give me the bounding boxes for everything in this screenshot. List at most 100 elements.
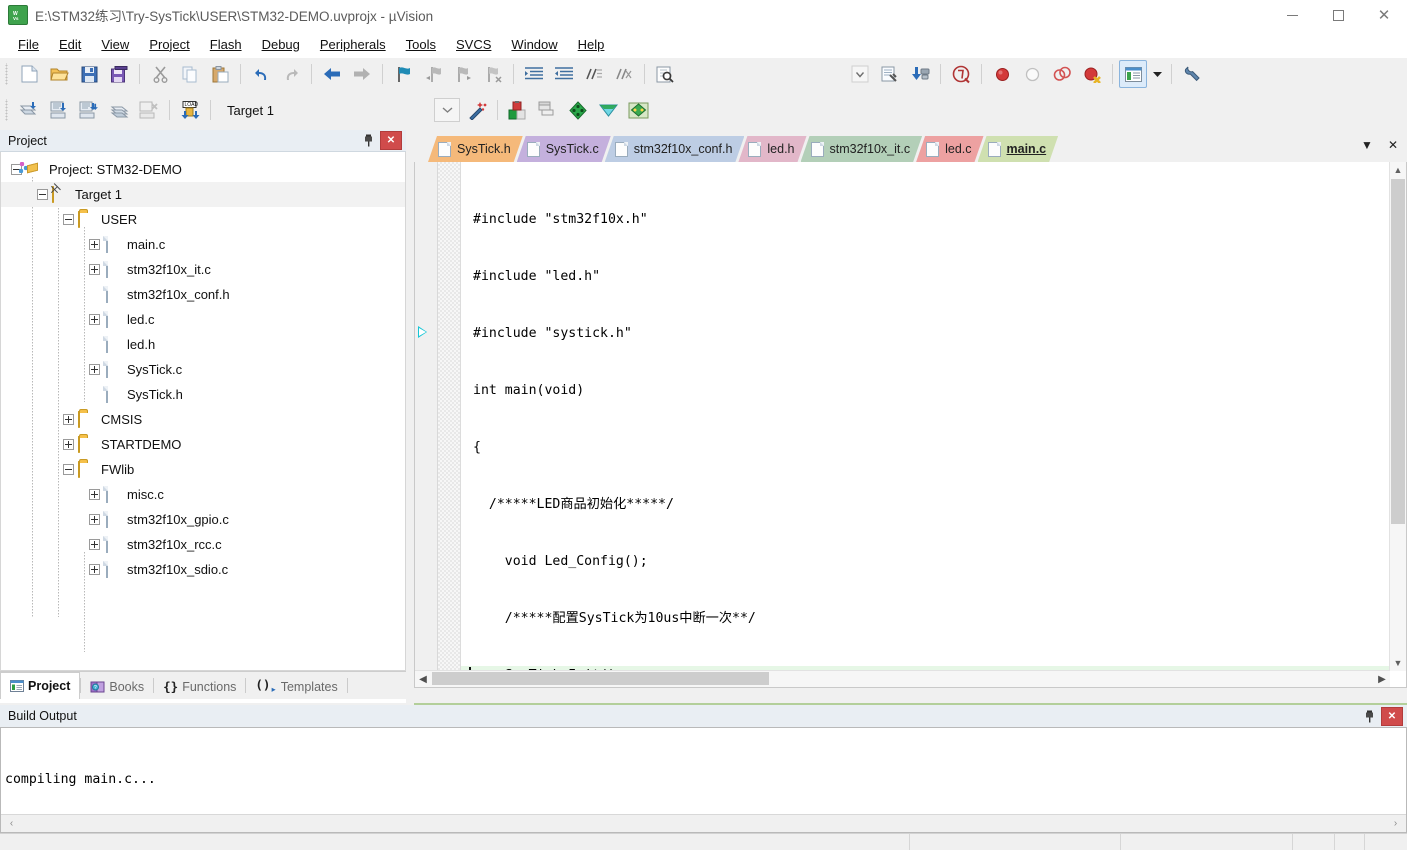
tree-item-cmsis-folder[interactable]: CMSIS [1,407,405,432]
status-resize-grip[interactable] [1365,834,1407,850]
tab-project[interactable]: Project [0,672,81,699]
expander-icon[interactable] [89,264,100,275]
enable-breakpoint-button[interactable] [1018,60,1046,88]
vertical-scroll-thumb[interactable] [1391,179,1405,524]
toolbar-grip[interactable] [4,63,11,85]
menu-file[interactable]: File [8,33,49,56]
scroll-left-icon[interactable]: ‹ [3,815,20,831]
expander-icon[interactable] [63,214,74,225]
maximize-button[interactable] [1315,0,1361,30]
menu-window[interactable]: Window [501,33,567,56]
expander-icon[interactable] [89,514,100,525]
tree-item-stm32f10x-it-c[interactable]: stm32f10x_it.c [1,257,405,282]
tree-item-stm32f10x-conf-h[interactable]: stm32f10x_conf.h [1,282,405,307]
scroll-right-icon[interactable]: › [1387,815,1404,831]
tree-item-fwlib-folder[interactable]: FWlib [1,457,405,482]
bookmark-prev-button[interactable] [419,60,447,88]
tree-item-target[interactable]: Target 1 [1,182,405,207]
bookmark-clear-button[interactable] [479,60,507,88]
expander-icon[interactable] [37,189,48,200]
options-for-target-button[interactable] [504,96,532,124]
tree-item-misc-c[interactable]: misc.c [1,482,405,507]
bookmark-toggle-button[interactable] [389,60,417,88]
project-panel-pin-button[interactable] [358,132,378,150]
editor-vertical-scrollbar[interactable]: ▲ ▼ [1389,162,1406,671]
start-debug-session-button[interactable] [947,60,975,88]
editor-marker-gutter[interactable] [415,162,438,687]
editor-bookmark-gutter[interactable] [438,162,461,687]
kill-all-breakpoints-button[interactable] [1078,60,1106,88]
expander-icon[interactable] [63,414,74,425]
build-output-pin-button[interactable] [1359,707,1379,725]
scroll-right-icon[interactable]: ▶ [1374,671,1390,687]
download-button[interactable]: LOAD [176,96,204,124]
redo-button[interactable] [277,60,305,88]
indent-right-button[interactable] [520,60,548,88]
target-selector-value[interactable]: Target 1 [224,99,404,121]
open-file-button[interactable] [45,60,73,88]
editor-tab-stm32f10x-it-c[interactable]: stm32f10x_it.c [801,136,923,162]
indent-left-button[interactable] [550,60,578,88]
tab-list-dropdown-icon[interactable]: ▼ [1359,138,1375,152]
cut-button[interactable] [146,60,174,88]
menu-edit[interactable]: Edit [49,33,91,56]
editor-tab-stm32f10x-conf-h[interactable]: stm32f10x_conf.h [605,136,745,162]
multi-project-button[interactable] [624,96,652,124]
project-tree[interactable]: Project: STM32-DEMO Target 1 USER main.c [0,152,406,671]
menu-svcs[interactable]: SVCS [446,33,501,56]
manage-project-items-button[interactable] [534,96,562,124]
expander-icon[interactable] [89,489,100,500]
expander-icon[interactable] [89,564,100,575]
scroll-up-icon[interactable]: ▲ [1390,162,1406,178]
editor-tab-systick-c[interactable]: SysTick.c [517,136,611,162]
scroll-left-icon[interactable]: ◀ [415,671,431,687]
tree-item-stm32f10x-rcc-c[interactable]: stm32f10x_rcc.c [1,532,405,557]
tree-item-user-folder[interactable]: USER [1,207,405,232]
expander-icon[interactable] [89,239,100,250]
menu-view[interactable]: View [91,33,139,56]
tree-item-startdemo-folder[interactable]: STARTDEMO [1,432,405,457]
expander-icon[interactable] [89,314,100,325]
manage-windows-dropdown[interactable] [1149,60,1165,88]
tree-item-led-c[interactable]: led.c [1,307,405,332]
manage-windows-button[interactable] [1119,60,1147,88]
menu-debug[interactable]: Debug [252,33,310,56]
scroll-down-icon[interactable]: ▼ [1390,655,1406,671]
toolbar-grip[interactable] [4,99,11,121]
tab-books[interactable]: ? Books [81,674,153,699]
menu-peripherals[interactable]: Peripherals [310,33,396,56]
paste-button[interactable] [206,60,234,88]
menu-project[interactable]: Project [139,33,199,56]
menu-flash[interactable]: Flash [200,33,252,56]
build-output-horizontal-scrollbar[interactable]: ‹ › [1,814,1406,832]
configure-flash-tools-button[interactable] [876,60,904,88]
close-icon[interactable]: ✕ [1385,138,1401,152]
tab-functions[interactable]: {} Functions [154,674,245,699]
menu-help[interactable]: Help [568,33,615,56]
save-button[interactable] [75,60,103,88]
tree-item-led-h[interactable]: led.h [1,332,405,357]
build-target-button[interactable] [45,96,73,124]
tree-item-stm32f10x-sdio-c[interactable]: stm32f10x_sdio.c [1,557,405,582]
project-panel-close-button[interactable]: ✕ [380,131,402,150]
tree-item-systick-h[interactable]: SysTick.h [1,382,405,407]
tree-item-stm32f10x-gpio-c[interactable]: stm32f10x_gpio.c [1,507,405,532]
editor-horizontal-scrollbar[interactable]: ◀ ▶ [415,670,1390,687]
insert-breakpoint-button[interactable] [988,60,1016,88]
manage-run-time-env-button[interactable] [564,96,592,124]
build-output-body[interactable]: compiling main.c... main.c(10): warning:… [0,727,1407,833]
minimize-button[interactable] [1269,0,1315,30]
pack-installer-button[interactable] [594,96,622,124]
target-selector-dropdown[interactable] [434,98,460,122]
expander-icon[interactable] [63,439,74,450]
batch-build-button[interactable] [105,96,133,124]
editor-tab-led-c[interactable]: led.c [916,136,983,162]
comment-button[interactable] [580,60,608,88]
tree-item-project[interactable]: Project: STM32-DEMO [1,157,405,182]
menu-tools[interactable]: Tools [396,33,446,56]
disable-all-breakpoints-button[interactable] [1048,60,1076,88]
undo-button[interactable] [247,60,275,88]
expander-icon[interactable] [89,364,100,375]
uncomment-button[interactable] [610,60,638,88]
download-to-flash-button[interactable] [906,60,934,88]
